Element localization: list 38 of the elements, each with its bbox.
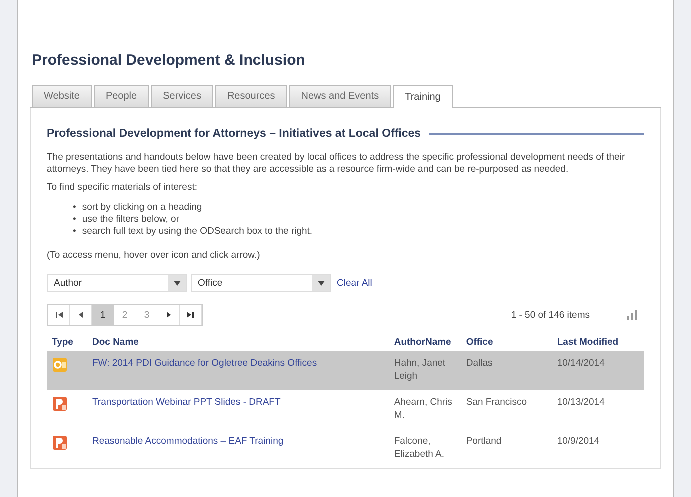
column-header[interactable]: Office	[461, 334, 552, 351]
tab[interactable]: News and Events	[289, 85, 392, 107]
bullet: •	[73, 214, 76, 226]
tip-item: sort by clicking on a heading	[82, 202, 202, 214]
bar-chart-icon[interactable]	[626, 310, 638, 320]
caret-icon	[318, 280, 324, 286]
instruction-text: To find specific materials of interest:	[47, 182, 198, 194]
bullet: •	[73, 226, 76, 238]
menu-hint: (To access menu, hover over icon and click arrow.)	[47, 250, 262, 262]
table-cell: Hahn, Janet Leigh	[389, 351, 462, 390]
filter-dropdown[interactable]: Office	[191, 274, 331, 292]
item-count: 1 - 50 of 146 items	[511, 310, 590, 320]
column-header[interactable]: Type	[47, 334, 88, 351]
caret-icon	[174, 280, 180, 286]
bullet: •	[73, 202, 76, 214]
filter-dropdown[interactable]: Author	[47, 274, 187, 292]
skip-icon	[186, 310, 196, 320]
slides-icon	[52, 396, 68, 412]
tab[interactable]: People	[94, 85, 150, 107]
tab[interactable]: Website	[32, 85, 92, 107]
column-header[interactable]: Doc Name	[87, 334, 390, 351]
tab[interactable]: Training	[393, 85, 453, 108]
slides-icon	[52, 435, 68, 451]
page-button[interactable]: 1	[92, 305, 114, 325]
document-link[interactable]: FW: 2014 PDI Guidance for Ogletree Deakins Offices	[87, 351, 390, 390]
section-title: Professional Development for Attorneys – Initiatives at Local Offices	[47, 128, 422, 140]
skip-icon	[54, 310, 64, 320]
table-cell: 10/14/2014	[552, 351, 644, 390]
tab[interactable]: Services	[151, 85, 214, 107]
clear-all-link[interactable]: Clear All	[337, 278, 372, 288]
tip-item: use the filters below, or	[82, 214, 180, 226]
intro-paragraph: The presentations and handouts below have been created by local offices to address the specific professional development needs of their attorneys. They have been tied here so that they are accessible as a resource firm-wide and can be re-purposed as needed.	[47, 152, 626, 176]
table-cell: Dallas	[461, 351, 552, 390]
tab[interactable]: Resources	[215, 85, 288, 107]
tip-item: search full text by using the ODSearch box to the right.	[82, 226, 313, 238]
column-header[interactable]: Last Modified	[552, 334, 644, 351]
column-header[interactable]: AuthorName	[389, 334, 462, 351]
page-title: Professional Development & Inclusion	[31, 51, 306, 71]
